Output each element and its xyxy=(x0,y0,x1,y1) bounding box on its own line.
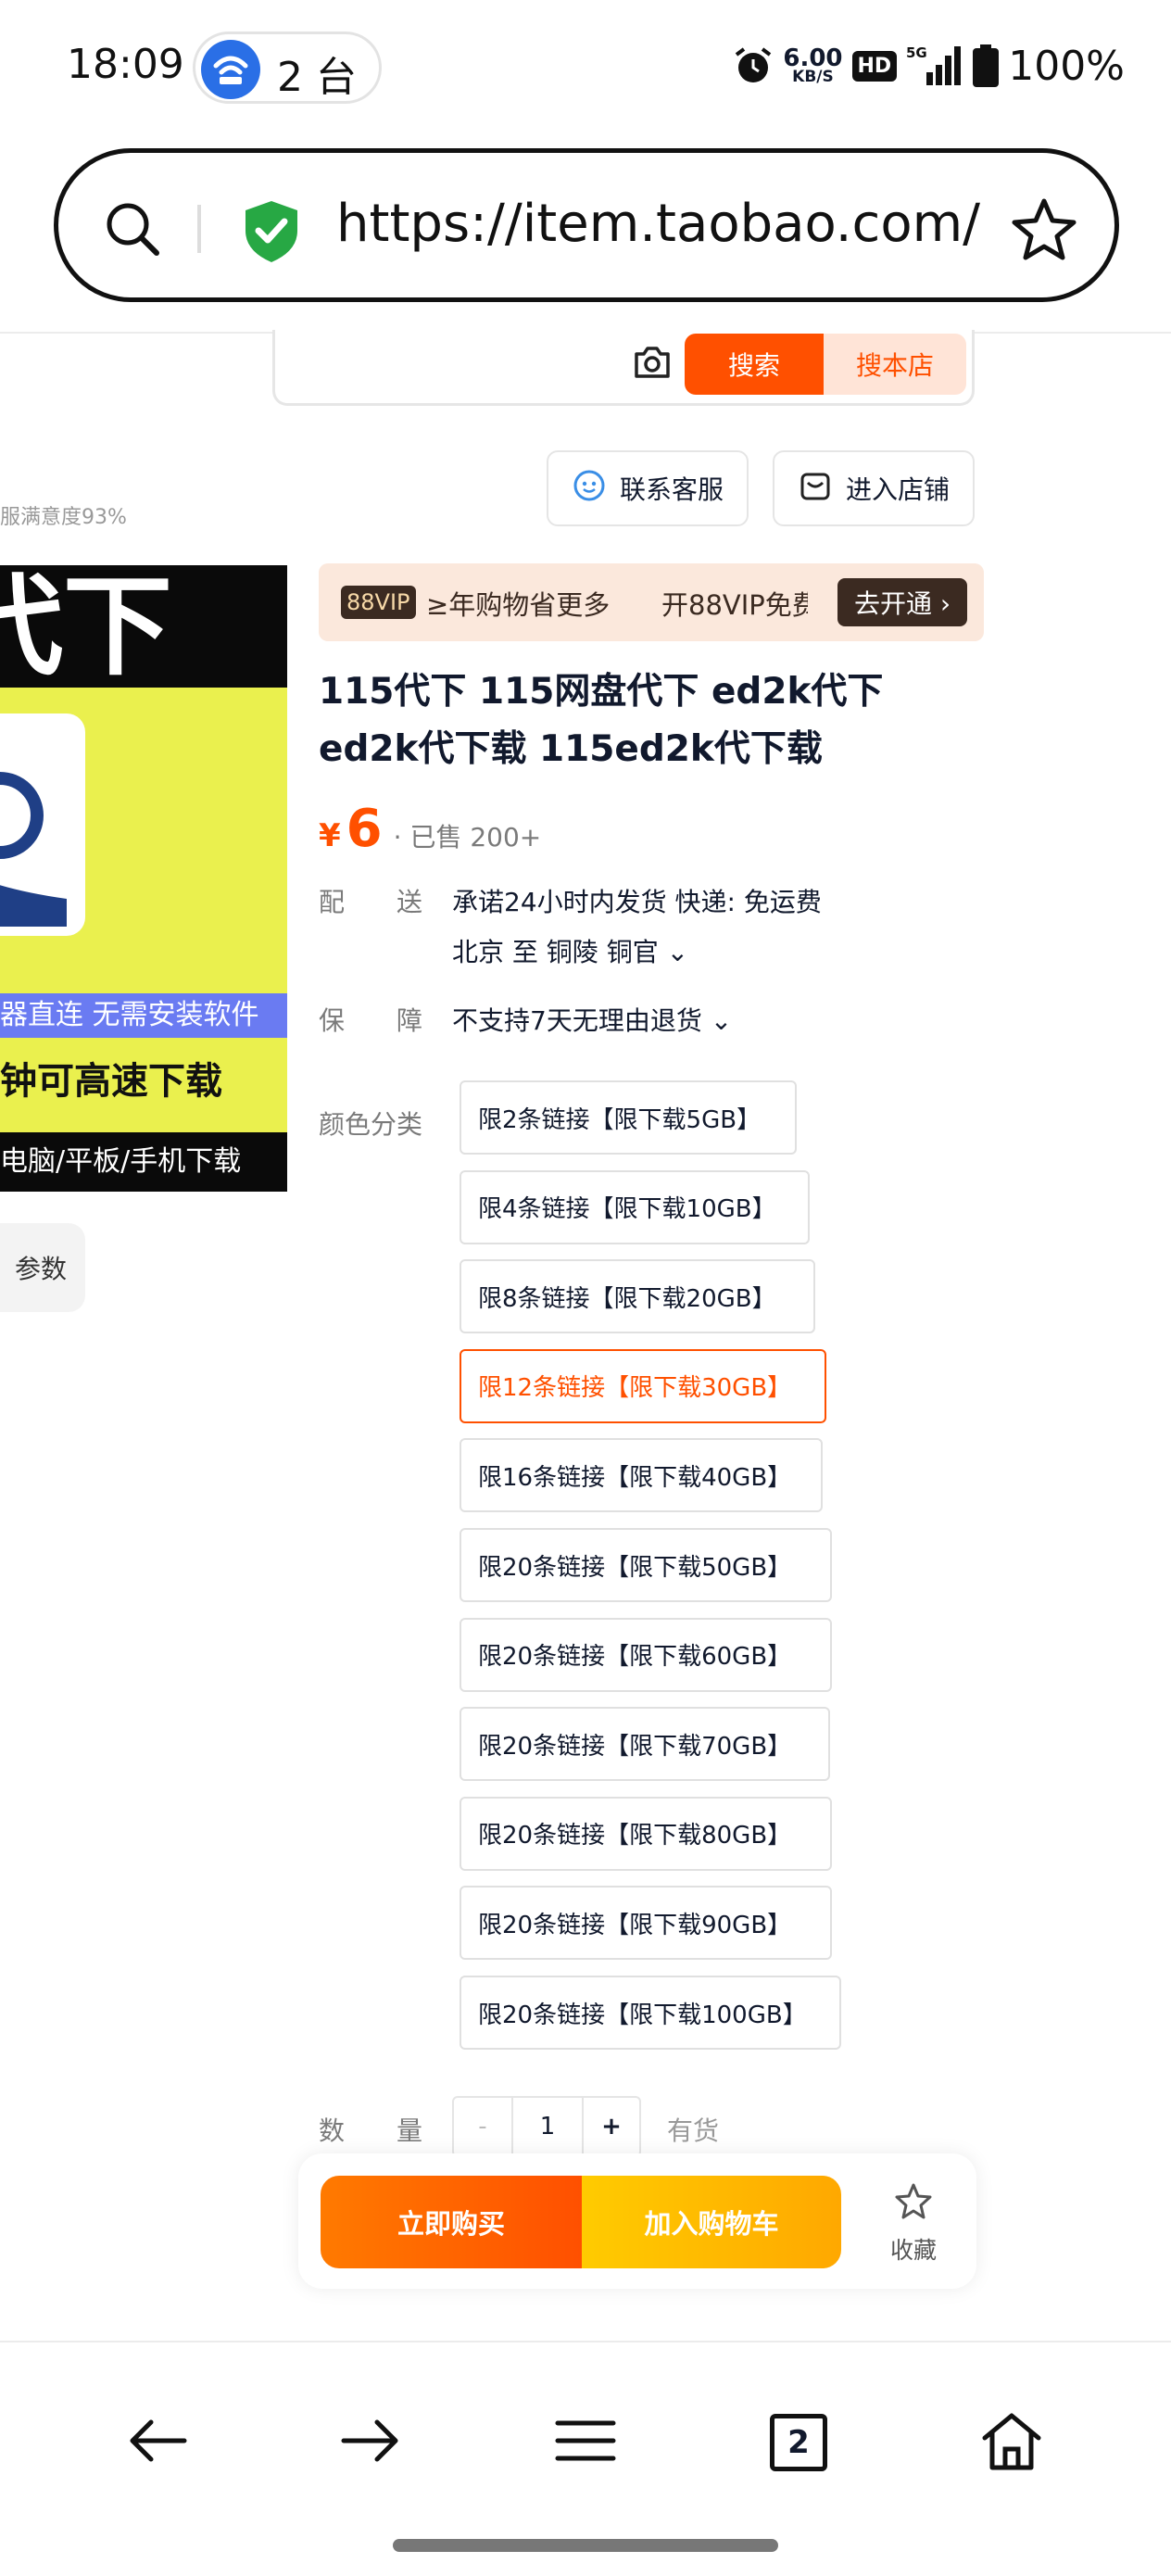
delivery-promise: 承诺24小时内发货 快递: 免运费 xyxy=(452,887,822,917)
sku-label: 颜色分类 xyxy=(319,1109,423,1140)
hotspot-icon xyxy=(201,40,260,99)
sku-option[interactable]: 限20条链接【限下载90GB】 xyxy=(460,1886,832,1961)
product-main-image[interactable]: 代下 器直连 无需安装软件 钟可高速下载 电脑/平板/手机下载 xyxy=(0,565,287,1192)
vip-open-button[interactable]: 去开通 › xyxy=(837,578,967,626)
search-button[interactable]: 搜索 xyxy=(685,334,824,395)
status-icons: 6.00 KB/S HD 5G 100% xyxy=(733,42,1125,90)
customer-service-icon xyxy=(572,468,607,510)
battery-icon xyxy=(973,44,1000,87)
contact-service-button[interactable]: 联系客服 xyxy=(547,450,749,526)
store-icon xyxy=(798,468,833,510)
price-currency: ¥ xyxy=(319,817,341,854)
sku-option[interactable]: 限20条链接【限下载100GB】 xyxy=(460,1976,841,2050)
sku-option[interactable]: 限12条链接【限下载30GB】 xyxy=(460,1348,826,1423)
sku-option[interactable]: 限4条链接【限下载10GB】 xyxy=(460,1169,810,1244)
signal-icon: 5G xyxy=(906,44,963,87)
params-button[interactable]: 参数 xyxy=(0,1223,85,1312)
sku-option[interactable]: 限20条链接【限下载60GB】 xyxy=(460,1617,832,1692)
back-arrow-icon xyxy=(125,2413,190,2472)
quantity-minus-button[interactable]: - xyxy=(454,2098,513,2155)
purchase-action-bar: 立即购买 加入购物车 收藏 xyxy=(298,2153,976,2289)
home-icon xyxy=(979,2410,1044,2475)
address-bar[interactable]: https://item.taobao.com/i... xyxy=(54,148,1119,302)
search-icon[interactable] xyxy=(103,199,162,262)
hotspot-indicator[interactable]: 2 台 xyxy=(193,32,382,104)
bookmark-star-icon[interactable] xyxy=(1011,196,1077,266)
sold-count: · 已售 200+ xyxy=(393,822,542,852)
vip-text-savings: ≥年购物省更多 xyxy=(426,589,611,621)
status-time: 18:09 xyxy=(67,41,184,88)
shield-check-icon[interactable] xyxy=(242,199,301,268)
guarantee-value[interactable]: 不支持7天无理由退货 ⌄ xyxy=(452,1001,732,1038)
store-search-button[interactable]: 搜本店 xyxy=(824,334,966,395)
tab-count: 2 xyxy=(787,2424,810,2461)
quantity-plus-button[interactable]: + xyxy=(584,2098,639,2155)
sku-option[interactable]: 限2条链接【限下载5GB】 xyxy=(460,1080,797,1155)
menu-icon xyxy=(554,2418,617,2468)
favorite-button[interactable]: 收藏 xyxy=(867,2179,960,2268)
url-text[interactable]: https://item.taobao.com/i... xyxy=(336,194,985,254)
url-divider xyxy=(197,205,201,253)
quantity-input[interactable]: 1 xyxy=(513,2098,584,2155)
forward-arrow-icon xyxy=(338,2413,403,2472)
favorite-label: 收藏 xyxy=(889,2237,937,2264)
sku-option[interactable]: 限20条链接【限下载80GB】 xyxy=(460,1796,832,1871)
hotspot-count: 2 台 xyxy=(277,54,357,101)
product-title: 115代下 115网盘代下 ed2k代下 ed2k代下载 115ed2k代下载 xyxy=(319,671,884,770)
svg-text:5G: 5G xyxy=(906,44,927,61)
menu-button[interactable] xyxy=(539,2396,632,2489)
forward-button[interactable] xyxy=(324,2396,417,2489)
back-button[interactable] xyxy=(111,2396,204,2489)
tabs-button[interactable]: 2 xyxy=(752,2396,845,2489)
battery-level: 100% xyxy=(1008,42,1125,90)
sku-option[interactable]: 限8条链接【限下载20GB】 xyxy=(460,1259,815,1334)
quantity-stepper: - 1 + xyxy=(452,2096,641,2157)
enter-store-label: 进入店铺 xyxy=(845,474,950,505)
home-indicator[interactable] xyxy=(393,2539,778,2552)
home-button[interactable] xyxy=(965,2396,1058,2489)
nav-divider xyxy=(0,2341,1171,2342)
add-to-cart-button[interactable]: 加入购物车 xyxy=(582,2176,841,2268)
hd-badge: HD xyxy=(851,50,898,82)
price-row: ¥ 6 · 已售 200+ xyxy=(319,799,541,859)
vip-banner[interactable]: 88VIP ≥年购物省更多 开88VIP免费 去开通 › xyxy=(319,563,984,641)
camera-icon[interactable] xyxy=(631,341,674,387)
price-value: 6 xyxy=(346,799,383,859)
image-bottom-bar: 电脑/平板/手机下载 xyxy=(0,1132,287,1192)
image-top-text: 代下 xyxy=(0,565,287,688)
image-big-text: 钟可高速下载 xyxy=(0,1060,222,1103)
vip-tag: 88VIP xyxy=(341,586,416,619)
contact-service-label: 联系客服 xyxy=(619,474,724,505)
cloud-logo xyxy=(0,713,85,936)
buy-now-button[interactable]: 立即购买 xyxy=(321,2176,582,2268)
sku-option[interactable]: 限20条链接【限下载50GB】 xyxy=(460,1528,832,1602)
sku-option[interactable]: 限16条链接【限下载40GB】 xyxy=(460,1438,823,1513)
delivery-label: 配送 xyxy=(319,887,422,917)
delivery-route[interactable]: 北京 至 铜陵 铜官 ⌄ xyxy=(452,932,688,969)
page-search-bar[interactable]: 搜索 搜本店 xyxy=(272,330,975,406)
vip-text-open: 开88VIP免费 xyxy=(661,589,808,621)
sku-option[interactable]: 限20条链接【限下载70GB】 xyxy=(460,1707,830,1782)
guarantee-label: 保障 xyxy=(319,1005,422,1036)
alarm-icon xyxy=(733,45,774,86)
enter-store-button[interactable]: 进入店铺 xyxy=(773,450,975,526)
tabs-icon: 2 xyxy=(770,2414,827,2471)
net-speed: 6.00 KB/S xyxy=(783,44,843,86)
stock-status: 有货 xyxy=(667,2115,720,2146)
image-blue-bar: 器直连 无需安装软件 xyxy=(0,993,287,1038)
favorite-star-icon xyxy=(894,2182,933,2227)
service-satisfaction: 服满意度93% xyxy=(0,506,127,529)
quantity-label: 数量 xyxy=(319,2115,422,2146)
